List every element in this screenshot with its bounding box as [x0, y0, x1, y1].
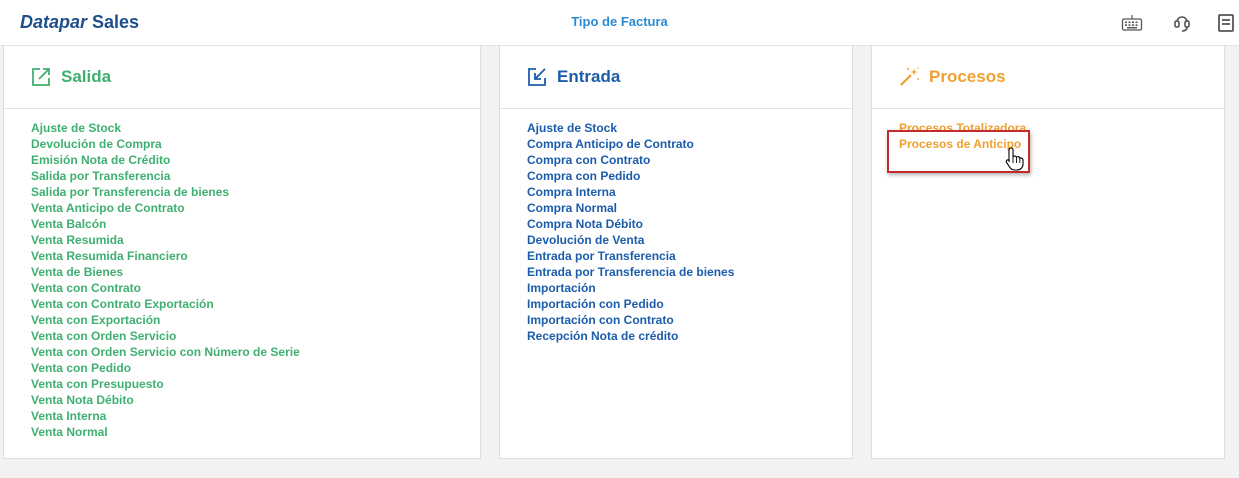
document-icon[interactable] [1215, 12, 1237, 34]
salida-link-venta-de-bienes[interactable]: Venta de Bienes [31, 264, 300, 280]
salida-link-venta-con-exportacion[interactable]: Venta con Exportación [31, 312, 300, 328]
salida-link-venta-con-pedido[interactable]: Venta con Pedido [31, 360, 300, 376]
salida-link-venta-nota-debito[interactable]: Venta Nota Débito [31, 392, 300, 408]
entrada-link-entrada-por-transferencia-de-bienes[interactable]: Entrada por Transferencia de bienes [527, 264, 734, 280]
import-icon [528, 68, 546, 86]
salida-link-venta-con-orden-servicio-con-numero-de-serie[interactable]: Venta con Orden Servicio con Número de S… [31, 344, 300, 360]
salida-link-list: Ajuste de Stock Devolución de Compra Emisi… [31, 120, 300, 440]
procesos-title: Procesos [929, 67, 1006, 86]
salida-link-venta-con-contrato[interactable]: Venta con Contrato [31, 280, 300, 296]
salida-panel-header: Salida [4, 46, 480, 109]
magic-wand-icon [900, 67, 919, 86]
entrada-panel-header: Entrada [500, 46, 852, 109]
salida-link-ajuste-de-stock[interactable]: Ajuste de Stock [31, 120, 300, 136]
entrada-link-compra-nota-debito[interactable]: Compra Nota Débito [527, 216, 734, 232]
page-title-wrap: Tipo de Factura [0, 14, 1239, 29]
procesos-link-list: Procesos Totalizadora Procesos de Anticip… [899, 120, 1026, 152]
salida-link-venta-balcon[interactable]: Venta Balcón [31, 216, 300, 232]
procesos-link-procesos-totalizadora[interactable]: Procesos Totalizadora [899, 120, 1026, 136]
salida-link-salida-por-transferencia-de-bienes[interactable]: Salida por Transferencia de bienes [31, 184, 300, 200]
salida-link-venta-con-presupuesto[interactable]: Venta con Presupuesto [31, 376, 300, 392]
entrada-link-compra-interna[interactable]: Compra Interna [527, 184, 734, 200]
procesos-link-procesos-de-anticipo[interactable]: Procesos de Anticipo [899, 136, 1026, 152]
salida-panel: Salida Ajuste de Stock Devolución de Comp… [3, 46, 481, 459]
salida-link-devolucion-de-compra[interactable]: Devolución de Compra [31, 136, 300, 152]
salida-link-venta-normal[interactable]: Venta Normal [31, 424, 300, 440]
salida-link-venta-con-contrato-exportacion[interactable]: Venta con Contrato Exportación [31, 296, 300, 312]
salida-link-venta-resumida[interactable]: Venta Resumida [31, 232, 300, 248]
brand-name-italic: Datapar [20, 12, 88, 32]
salida-title: Salida [61, 67, 112, 86]
salida-link-venta-resumida-financiero[interactable]: Venta Resumida Financiero [31, 248, 300, 264]
entrada-link-compra-normal[interactable]: Compra Normal [527, 200, 734, 216]
entrada-link-compra-anticipo-de-contrato[interactable]: Compra Anticipo de Contrato [527, 136, 734, 152]
entrada-panel: Entrada Ajuste de Stock Compra Anticipo d… [499, 46, 853, 459]
brand-name-bold: Sales [92, 12, 140, 32]
salida-link-emision-nota-de-credito[interactable]: Emisión Nota de Crédito [31, 152, 300, 168]
entrada-link-importacion-con-contrato[interactable]: Importación con Contrato [527, 312, 734, 328]
entrada-link-importacion[interactable]: Importación [527, 280, 734, 296]
entrada-link-compra-con-contrato[interactable]: Compra con Contrato [527, 152, 734, 168]
entrada-title: Entrada [557, 67, 621, 86]
entrada-link-compra-con-pedido[interactable]: Compra con Pedido [527, 168, 734, 184]
entrada-link-entrada-por-transferencia[interactable]: Entrada por Transferencia [527, 248, 734, 264]
salida-link-venta-con-orden-servicio[interactable]: Venta con Orden Servicio [31, 328, 300, 344]
procesos-panel: Procesos Procesos Totalizadora Procesos d… [871, 46, 1225, 459]
page-title: Tipo de Factura [571, 14, 668, 29]
entrada-link-ajuste-de-stock[interactable]: Ajuste de Stock [527, 120, 734, 136]
top-bar: Datapar Sales Tipo de Factura [0, 0, 1239, 46]
app-logo[interactable]: Datapar Sales [20, 12, 139, 33]
entrada-link-importacion-con-pedido[interactable]: Importación con Pedido [527, 296, 734, 312]
salida-link-salida-por-transferencia[interactable]: Salida por Transferencia [31, 168, 300, 184]
entrada-link-devolucion-de-venta[interactable]: Devolución de Venta [527, 232, 734, 248]
entrada-link-recepcion-nota-de-credito[interactable]: Recepción Nota de crédito [527, 328, 734, 344]
procesos-panel-header: Procesos [872, 46, 1224, 109]
support-icon[interactable] [1171, 12, 1193, 34]
salida-link-venta-anticipo-de-contrato[interactable]: Venta Anticipo de Contrato [31, 200, 300, 216]
external-link-icon [32, 68, 50, 86]
entrada-link-list: Ajuste de Stock Compra Anticipo de Contra… [527, 120, 734, 344]
salida-link-venta-interna[interactable]: Venta Interna [31, 408, 300, 424]
keyboard-icon[interactable] [1121, 12, 1143, 34]
